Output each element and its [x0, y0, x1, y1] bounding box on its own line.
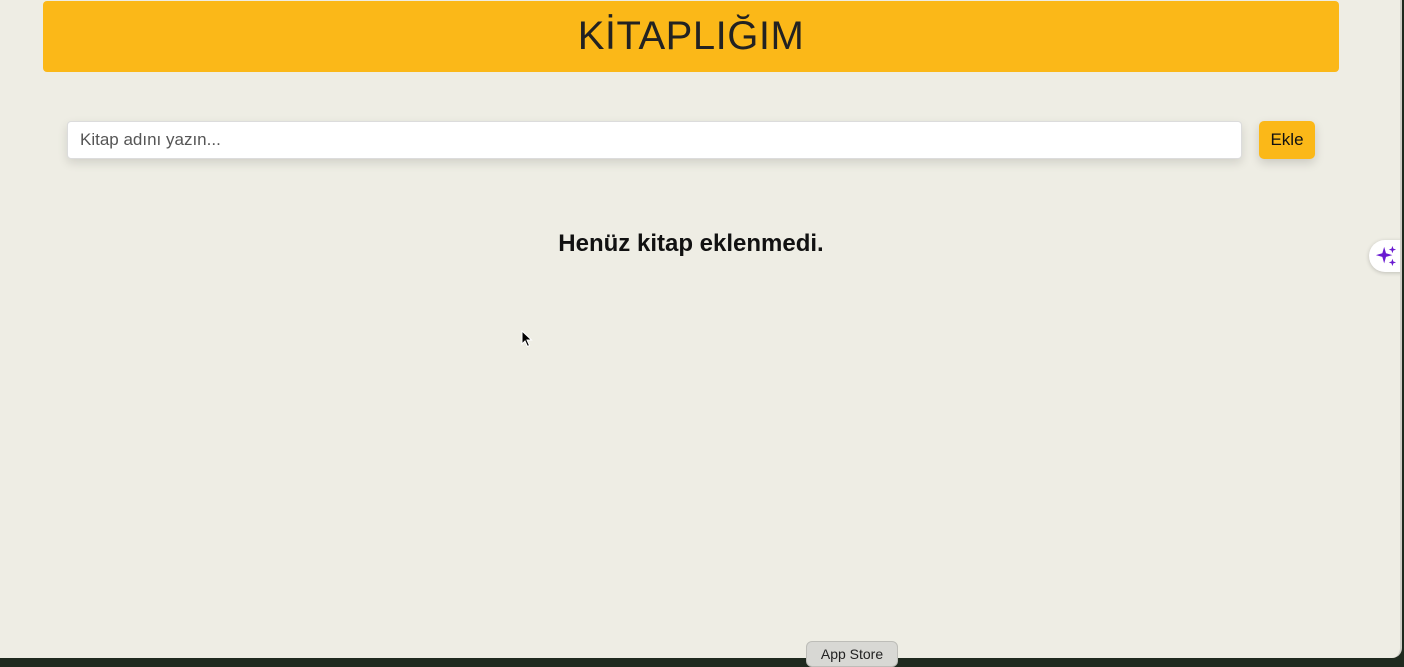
mouse-cursor-icon [521, 330, 533, 348]
browser-viewport: KİTAPLIĞIM Ekle Henüz kitap eklenmedi. [0, 0, 1402, 658]
dock-tooltip: App Store [806, 641, 898, 667]
sparkle-icon [1375, 245, 1397, 267]
empty-list-message: Henüz kitap eklenmedi. [558, 230, 824, 257]
assistant-extension-button[interactable] [1369, 240, 1400, 272]
add-book-form: Ekle [67, 121, 1315, 159]
app-header: KİTAPLIĞIM [43, 1, 1339, 72]
add-book-button[interactable]: Ekle [1259, 121, 1315, 159]
book-name-input[interactable] [67, 121, 1242, 159]
page-title: KİTAPLIĞIM [577, 14, 805, 58]
